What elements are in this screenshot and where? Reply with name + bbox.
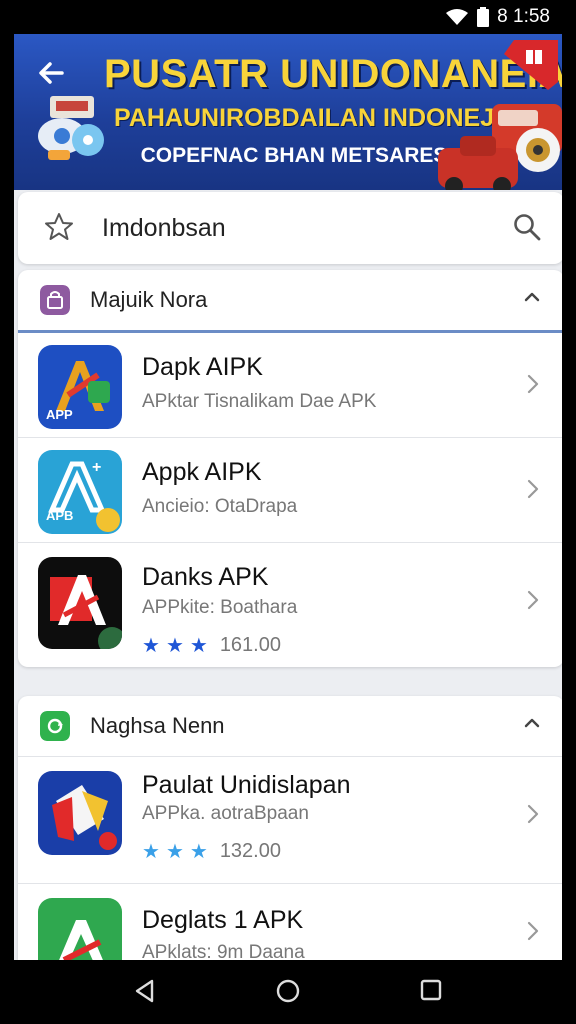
gift-badge-icon (504, 40, 558, 90)
star-filled-icon: ★ (165, 635, 184, 657)
app-name: Dapk AIPK (142, 353, 263, 381)
chevron-right-icon[interactable] (526, 478, 540, 500)
rating-text: 132.00 (219, 840, 281, 862)
phone-screen: 8 1:58 PUSATR UNIDONANEIA PAHAUNIROBDAIL… (14, 0, 562, 1024)
chevron-right-icon[interactable] (526, 373, 540, 395)
list-item[interactable]: APP Dapk AIPK APktar Tisnalikam Dae APK (18, 333, 562, 438)
section-title: Majuik Nora (90, 287, 208, 312)
app-icon (38, 557, 122, 649)
search-bar[interactable]: Imdonbsan (18, 192, 562, 264)
app-rating: ★ ★ ★ 161.00 (142, 633, 281, 658)
section-header[interactable]: Naghsa Nenn (18, 696, 562, 757)
list-item[interactable]: Paulat Unidislapan APPka. aotraBpaan ★ ★… (18, 757, 562, 884)
chevron-right-icon[interactable] (526, 803, 540, 825)
svg-text:APP: APP (46, 407, 73, 422)
system-nav-bar (14, 960, 562, 1024)
search-input[interactable]: Imdonbsan (102, 214, 226, 243)
star-filled-icon: ★ (142, 841, 160, 863)
refresh-badge-icon (40, 711, 70, 741)
app-subtitle: APktar Tisnalikam Dae APK (142, 391, 377, 412)
list-item[interactable]: Danks APK APPkite: Boathara ★ ★ ★ 161.00 (18, 543, 562, 667)
star-filled-icon: ★ (189, 635, 208, 657)
app-name: Deglats 1 APK (142, 906, 304, 934)
promo-banner: PUSATR UNIDONANEIA PAHAUNIROBDAILAN INDO… (14, 34, 562, 190)
nav-recents-icon[interactable] (419, 978, 443, 1002)
svg-text:+: + (92, 459, 101, 476)
banner-tagline: COPEFNAC BHAN METSARES (140, 144, 448, 167)
gadget-illustration-icon (38, 96, 104, 160)
battery-icon (477, 7, 490, 27)
store-bag-icon (40, 285, 70, 315)
list-item[interactable]: + APB Appk AIPK Ancieio: OtaDrapa (18, 438, 562, 543)
chevron-right-icon[interactable] (526, 920, 540, 942)
nav-home-icon[interactable] (275, 978, 301, 1004)
rating-text: 161.00 (219, 634, 281, 656)
app-subtitle: APPka. aotraBpaan (142, 803, 309, 824)
star-outline-icon[interactable] (44, 212, 74, 242)
app-rating: ★ ★ ★ 132.00 (142, 839, 281, 864)
list-item[interactable]: Deglats 1 APK APklats: 9m Daana (18, 884, 562, 960)
search-icon[interactable] (512, 212, 542, 242)
app-name: Paulat Unidislapan (142, 771, 351, 799)
status-time: 8 1:58 (497, 6, 550, 27)
star-filled-icon: ★ (165, 841, 184, 863)
chevron-right-icon[interactable] (526, 589, 540, 611)
status-bar: 8 1:58 (14, 0, 562, 34)
back-arrow-icon[interactable] (34, 56, 68, 90)
app-icon: + APB (38, 450, 122, 534)
chevron-up-icon[interactable] (522, 290, 542, 304)
app-subtitle: Ancieio: OtaDrapa (142, 496, 298, 517)
app-subtitle: APklats: 9m Daana (142, 942, 305, 960)
svg-text:APB: APB (46, 508, 73, 523)
app-name: Appk AIPK (142, 458, 262, 486)
section-card: Majuik Nora APP Dapk AIPK APktar Tisnali… (18, 270, 562, 667)
section-title: Naghsa Nenn (90, 713, 225, 738)
star-filled-icon: ★ (142, 635, 160, 657)
app-name: Danks APK (142, 563, 269, 591)
banner-title: PUSATR UNIDONANEIA (104, 52, 562, 96)
banner-subtitle: PAHAUNIROBDAILAN INDONEJIA (114, 104, 520, 132)
vehicles-illustration-icon (438, 104, 562, 190)
app-icon (38, 771, 122, 855)
app-icon: APP (38, 345, 122, 429)
app-icon (38, 898, 122, 960)
section-header[interactable]: Majuik Nora (18, 270, 562, 333)
section-card: Naghsa Nenn Paulat Unidislapan APPka. ao… (18, 696, 562, 960)
app-subtitle: APPkite: Boathara (142, 597, 298, 618)
nav-back-icon[interactable] (132, 978, 158, 1004)
wifi-icon (446, 9, 469, 25)
chevron-up-icon[interactable] (522, 716, 542, 730)
star-filled-icon: ★ (189, 841, 208, 863)
